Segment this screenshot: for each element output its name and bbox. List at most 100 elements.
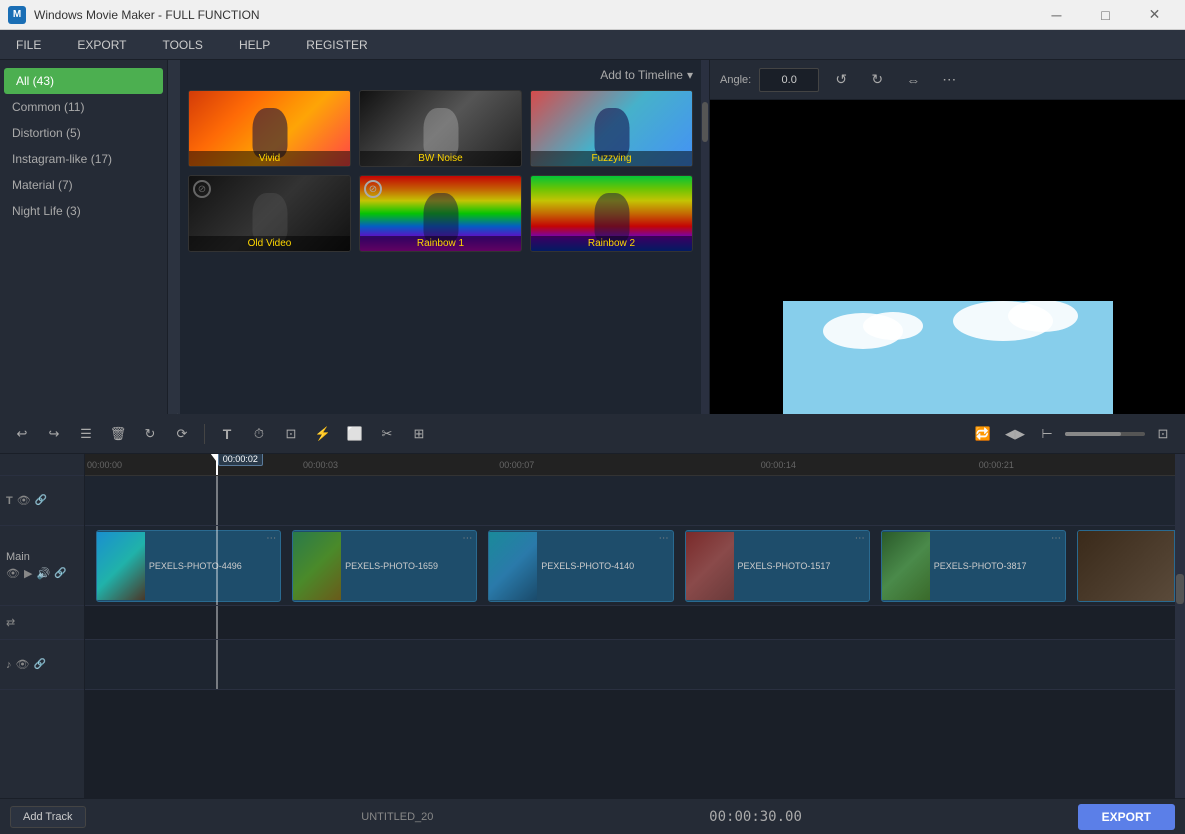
sidebar-item-material[interactable]: Material (7) [0, 172, 167, 198]
effect-oldvideo[interactable]: ⊘ Old Video [188, 175, 351, 252]
clip-1-menu[interactable]: ⋯ [266, 533, 276, 544]
sidebar-item-all[interactable]: All (43) [4, 68, 163, 94]
effect-vivid[interactable]: Vivid [188, 90, 351, 167]
timeline-empty [85, 690, 1175, 798]
title-bar: M Windows Movie Maker - FULL FUNCTION ─ … [0, 0, 1185, 30]
music-eye-icon[interactable]: 👁 [16, 658, 30, 671]
main-link-icon[interactable]: 🔗 [54, 568, 66, 579]
menu-bar: FILE EXPORT TOOLS HELP REGISTER [0, 30, 1185, 60]
export-button[interactable]: EXPORT [1078, 804, 1175, 830]
playhead-music [216, 640, 218, 689]
maximize-button[interactable]: □ [1083, 0, 1128, 30]
title-bar-left: M Windows Movie Maker - FULL FUNCTION [8, 6, 260, 24]
rotate-ccw-button[interactable]: ↺ [827, 66, 855, 94]
sidebar-item-distortion[interactable]: Distortion (5) [0, 120, 167, 146]
ruler-mark-1: 00:00:03 [303, 460, 338, 470]
tl-fullscreen-button[interactable]: ⊡ [1149, 420, 1177, 448]
effects-grid: Vivid BW Noise [188, 90, 693, 252]
fx-track-label: ⇄ [0, 606, 84, 640]
timeline-main: 00:00:00 00:00:03 00:00:07 00:00:14 00:0… [85, 454, 1175, 798]
effect-rainbow2[interactable]: Rainbow 2 [530, 175, 693, 252]
add-to-timeline-button[interactable]: Add to Timeline ▾ [600, 68, 693, 82]
detach-button[interactable]: ↻ [136, 420, 164, 448]
clip-1[interactable]: PEXELS-PHOTO-4496 ⋯ [96, 530, 281, 602]
tl-loop-button[interactable]: 🔁 [969, 420, 997, 448]
clip-3[interactable]: PEXELS-PHOTO-4140 ⋯ [488, 530, 673, 602]
clip-5[interactable]: PEXELS-PHOTO-3817 ⋯ [881, 530, 1066, 602]
timeline-labels: T 👁 🔗 Main 👁 ▶ 🔊 🔗 ⇄ ♪ 👁 🔗 [0, 454, 85, 798]
volume-fill [1065, 432, 1121, 436]
playhead-fx [216, 606, 218, 639]
app-logo: M [8, 6, 26, 24]
effect-fuzzying[interactable]: Fuzzying [530, 90, 693, 167]
angle-input[interactable] [759, 68, 819, 92]
cut-button[interactable]: ✂ [373, 420, 401, 448]
delete-button[interactable]: 🗑 [104, 420, 132, 448]
motion-button[interactable]: ⚡ [309, 420, 337, 448]
more-options-button[interactable]: ⋯ [935, 66, 963, 94]
sidebar-item-common[interactable]: Common (11) [0, 94, 167, 120]
crop-button[interactable]: ⊡ [277, 420, 305, 448]
menu-tools[interactable]: TOOLS [154, 34, 210, 56]
sidebar-item-instagram[interactable]: Instagram-like (17) [0, 146, 167, 172]
clip-2-name: PEXELS-PHOTO-1659 [345, 561, 438, 571]
main-audio-icon[interactable]: 🔊 [36, 567, 50, 580]
clip-4-name: PEXELS-PHOTO-1517 [738, 561, 831, 571]
clip-5-menu[interactable]: ⋯ [1051, 533, 1061, 544]
music-note-icon: ♪ [6, 659, 12, 671]
playhead-main [216, 526, 218, 605]
text-tl-button[interactable]: T [213, 420, 241, 448]
clip-4[interactable]: PEXELS-PHOTO-1517 ⋯ [685, 530, 870, 602]
link-icon[interactable]: 🔗 [35, 495, 47, 506]
playhead-time: 00:00:02 [218, 454, 263, 466]
music-track [85, 640, 1175, 690]
shape-button[interactable]: ⬜ [341, 420, 369, 448]
clip-6-partial[interactable] [1077, 530, 1175, 602]
clip-2-menu[interactable]: ⋯ [462, 533, 472, 544]
effect-rainbow1[interactable]: ⊘ Rainbow 1 [359, 175, 522, 252]
main-track-label: Main 👁 ▶ 🔊 🔗 [0, 526, 84, 606]
undo-button[interactable]: ↩ [8, 420, 36, 448]
menu-file[interactable]: FILE [8, 34, 49, 56]
main-video-icon[interactable]: ▶ [24, 567, 32, 580]
properties-button[interactable]: ☰ [72, 420, 100, 448]
ruler-mark-4: 00:00:21 [979, 460, 1014, 470]
clip-3-name: PEXELS-PHOTO-4140 [541, 561, 634, 571]
menu-help[interactable]: HELP [231, 34, 278, 56]
main-eye-icon[interactable]: 👁 [6, 567, 20, 580]
flip-h-button[interactable]: ⇔ [899, 66, 927, 94]
music-link-icon[interactable]: 🔗 [33, 659, 45, 670]
eye-icon[interactable]: 👁 [17, 494, 31, 507]
tl-prev-button[interactable]: ◀▶ [1001, 420, 1029, 448]
clip-3-menu[interactable]: ⋯ [659, 533, 669, 544]
close-button[interactable]: ✕ [1132, 0, 1177, 30]
add-track-button[interactable]: Add Track [10, 806, 86, 828]
minimize-button[interactable]: ─ [1034, 0, 1079, 30]
sidebar-item-nightlife[interactable]: Night Life (3) [0, 198, 167, 224]
effect-bwnoise[interactable]: BW Noise [359, 90, 522, 167]
timeline-ruler: 00:00:00 00:00:03 00:00:07 00:00:14 00:0… [85, 454, 1175, 476]
timeline-scrollbar[interactable] [1175, 454, 1185, 798]
text-track [85, 476, 1175, 526]
ruler-mark-2: 00:00:07 [499, 460, 534, 470]
volume-slider[interactable] [1065, 432, 1145, 436]
menu-export[interactable]: EXPORT [69, 34, 134, 56]
clip-5-name: PEXELS-PHOTO-3817 [934, 561, 1027, 571]
redo-button[interactable]: ↪ [40, 420, 68, 448]
rotate-cw-button[interactable]: ↻ [863, 66, 891, 94]
loop-button[interactable]: ⟳ [168, 420, 196, 448]
effect-rainbow2-label: Rainbow 2 [531, 236, 692, 251]
clip-4-menu[interactable]: ⋯ [855, 533, 865, 544]
clip-2[interactable]: PEXELS-PHOTO-1659 ⋯ [292, 530, 477, 602]
fx-icon: ⇄ [6, 616, 15, 629]
project-timecode: 00:00:30.00 [709, 809, 802, 825]
timer-button[interactable]: ⏱ [245, 420, 273, 448]
menu-register[interactable]: REGISTER [298, 34, 375, 56]
chevron-down-icon: ▾ [687, 68, 693, 82]
tl-next-button[interactable]: ⊢ [1033, 420, 1061, 448]
timeline-toolbar: ↩ ↪ ☰ 🗑 ↻ ⟳ T ⏱ ⊡ ⚡ ⬜ ✂ ⊞ 🔁 ◀▶ ⊢ ⊡ [0, 414, 1185, 454]
music-track-label: ♪ 👁 🔗 [0, 640, 84, 690]
effect-bwnoise-label: BW Noise [360, 151, 521, 166]
main-video-track: PEXELS-PHOTO-4496 ⋯ PEXELS-PHOTO-1659 ⋯ [85, 526, 1175, 606]
grid-button[interactable]: ⊞ [405, 420, 433, 448]
